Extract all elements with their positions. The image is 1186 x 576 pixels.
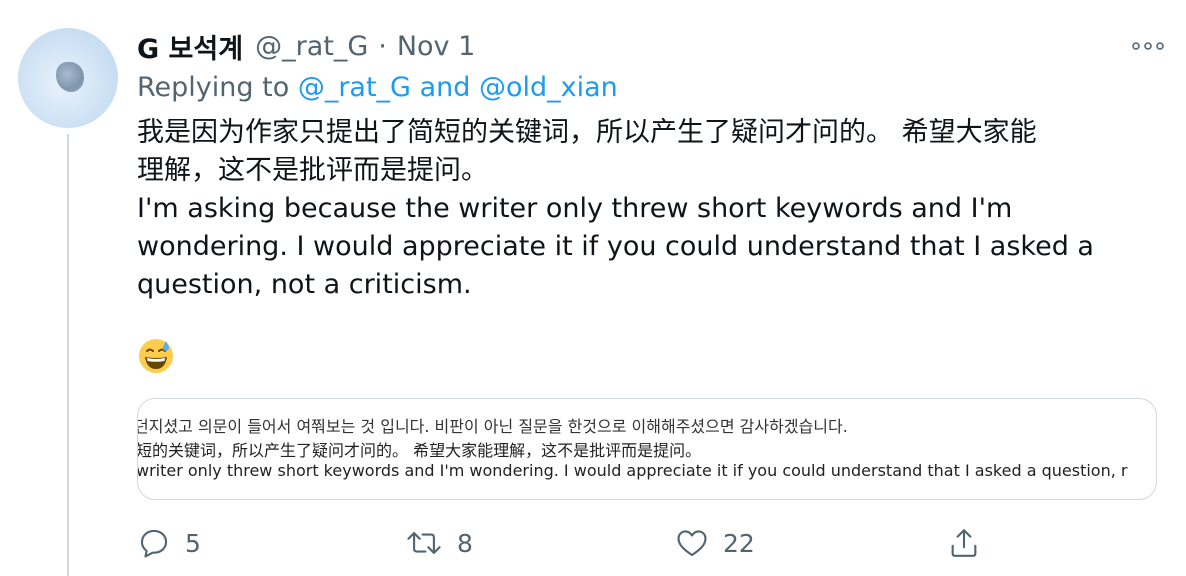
image-text-korean: 던지셨고 의문이 들어서 여쭤보는 것 입니다. 비판이 아닌 질문을 한것으로… <box>137 417 848 436</box>
tweet-text-en-line-3: question, not a criticism. <box>137 269 472 300</box>
share-button[interactable] <box>947 522 981 564</box>
tweet-text-zh-line-2: 理解，这不是批评而是提问。 <box>137 155 488 186</box>
image-text-chinese: 短的关键词，所以产生了疑问才问的。 希望大家能理解，这不是批评而是提问。 <box>137 441 702 460</box>
reply-bubble-icon <box>140 529 168 558</box>
mention-rat-g[interactable]: @_rat_G <box>298 72 411 103</box>
like-count: 22 <box>723 528 755 558</box>
more-options-button[interactable] <box>1130 34 1166 58</box>
share-icon <box>951 529 977 557</box>
replying-prefix: Replying to <box>137 72 290 103</box>
tweet-date[interactable]: Nov 1 <box>397 31 475 62</box>
retweet-count: 8 <box>457 528 473 558</box>
mention-old-xian[interactable]: @old_xian <box>479 72 618 103</box>
tweet-text: 我是因为作家只提出了简短的关键词，所以产生了疑问才问的。 希望大家能 理解，这不… <box>137 114 1167 304</box>
thread-line <box>67 134 69 576</box>
image-text-english: writer only threw short keywords and I'm… <box>137 461 1128 480</box>
header-separator: · <box>378 30 387 62</box>
action-bar: 5 8 22 <box>137 522 1167 564</box>
like-button[interactable]: 22 <box>675 522 755 564</box>
quoted-image[interactable]: 던지셨고 의문이 들어서 여쭤보는 것 입니다. 비판이 아닌 질문을 한것으로… <box>137 398 1157 500</box>
retweet-button[interactable]: 8 <box>405 522 473 564</box>
replying-conjunction[interactable]: and <box>420 72 471 103</box>
avatar[interactable] <box>18 28 118 128</box>
avatar-figure <box>56 62 84 92</box>
more-dots-icon <box>1132 42 1164 50</box>
tweet-text-zh-line-1: 我是因为作家只提出了简短的关键词，所以产生了疑问才问的。 希望大家能 <box>137 117 1037 148</box>
replying-to: Replying to @_rat_G and @old_xian <box>137 72 618 103</box>
reply-count: 5 <box>185 528 201 558</box>
tweet-header: G 보석계 @_rat_G · Nov 1 <box>137 27 475 66</box>
grinning-face-with-sweat-icon <box>139 339 173 373</box>
author-handle[interactable]: @_rat_G <box>255 31 368 62</box>
author-display-name[interactable]: G 보석계 <box>137 27 243 66</box>
tweet-card[interactable]: G 보석계 @_rat_G · Nov 1 Replying to @_rat_… <box>0 0 1186 576</box>
heart-icon <box>677 530 707 557</box>
tweet-text-en-line-1: I'm asking because the writer only threw… <box>137 193 1013 224</box>
reply-button[interactable]: 5 <box>137 522 201 564</box>
tweet-text-en-line-2: wondering. I would appreciate it if you … <box>137 231 1094 262</box>
retweet-icon <box>407 532 441 554</box>
